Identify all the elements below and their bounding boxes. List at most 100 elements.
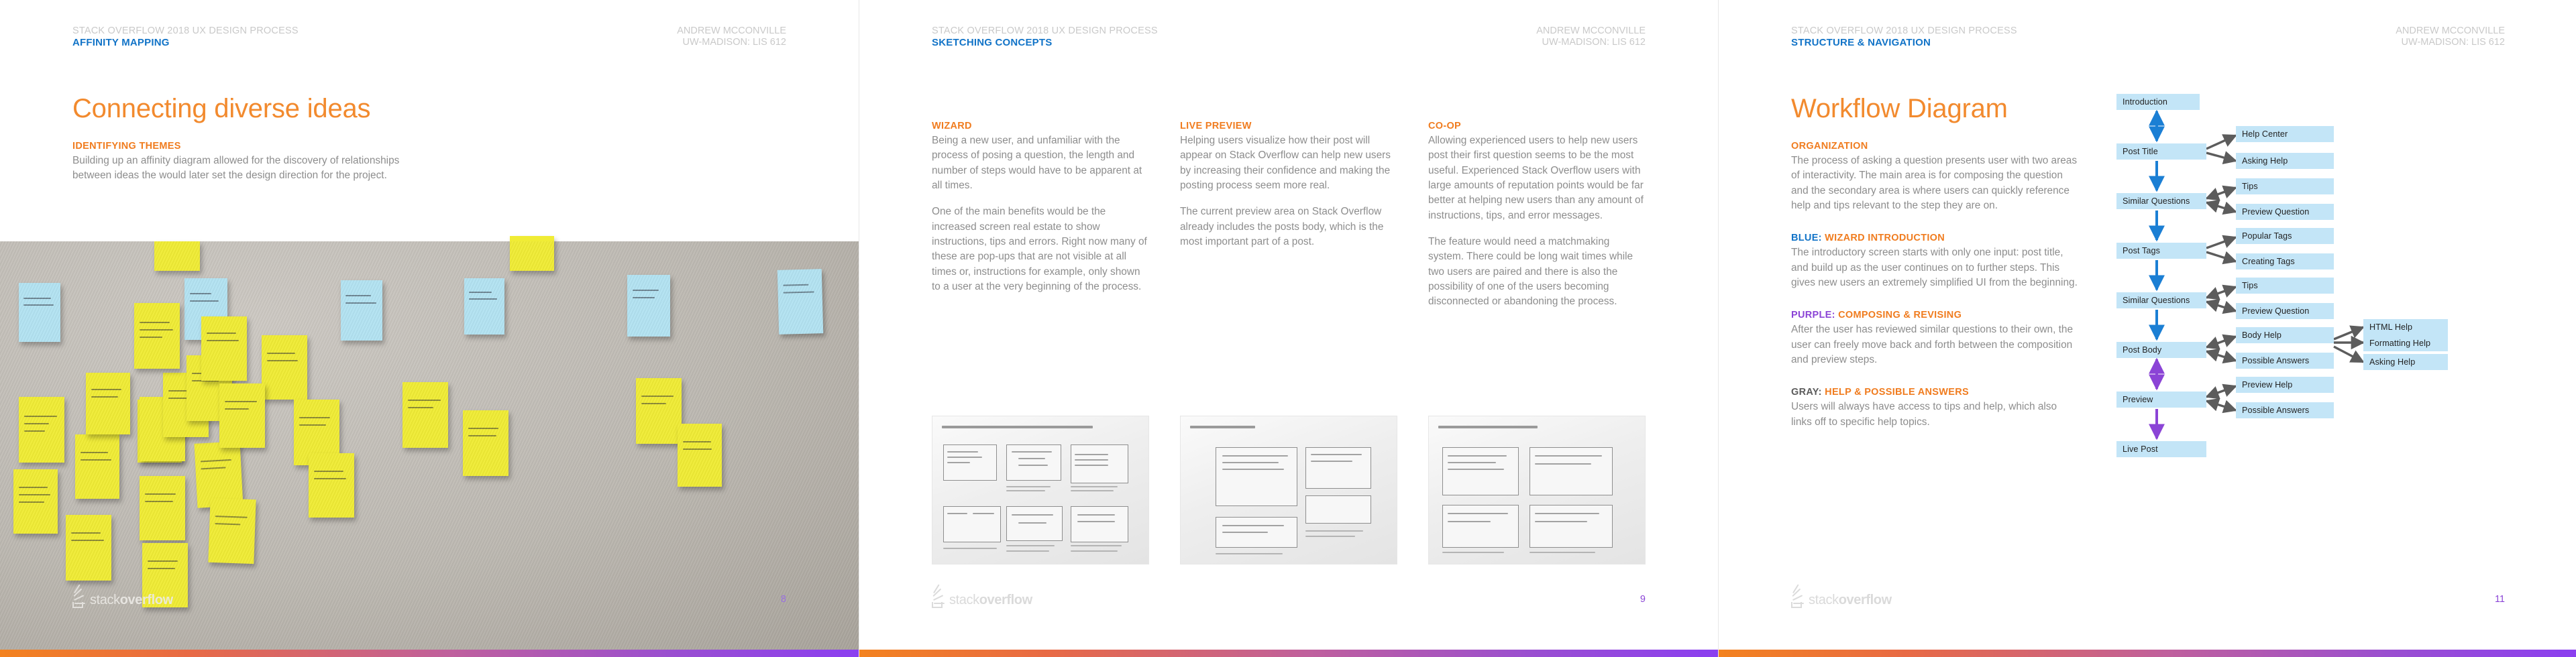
page-number: 8	[780, 594, 786, 605]
diagram-node-popular-tags[interactable]: Popular Tags	[2236, 228, 2334, 244]
stack-overflow-icon	[1791, 584, 1805, 608]
header-left: STACK OVERFLOW 2018 UX DESIGN PROCESS ST…	[1791, 25, 2017, 49]
section-label-prefix: PURPLE:	[1791, 310, 1835, 321]
page-number: 9	[1640, 594, 1646, 605]
concept-label: LIVE PREVIEW	[1180, 121, 1252, 131]
diagram-node-html-help[interactable]: HTML Help	[2363, 319, 2448, 335]
sticky-note-yellow	[636, 378, 682, 444]
concept-paragraph: One of the main benefits would be the in…	[932, 206, 1147, 292]
concept-column-co-op: CO-OP Allowing experienced users to help…	[1428, 121, 1646, 321]
diagram-node-preview-question-2[interactable]: Preview Question	[2236, 303, 2334, 319]
sticky-note-yellow	[219, 383, 265, 448]
concept-label: WIZARD	[932, 121, 972, 131]
sticky-note-yellow	[138, 400, 182, 463]
sticky-note-yellow	[201, 316, 247, 381]
workflow-diagram: Introduction Post Title Help Center Aski…	[2111, 94, 2540, 590]
stack-overflow-logo: stackoverflow	[72, 584, 173, 608]
sticky-note-yellow	[13, 469, 58, 534]
logo-text-light: stack	[1809, 592, 1839, 607]
section-body-help-possible-answers: Users will always have access to tips an…	[1791, 401, 2057, 428]
diagram-node-formatting-help[interactable]: Formatting Help	[2363, 335, 2448, 351]
diagram-node-similar-questions-2[interactable]: Similar Questions	[2116, 292, 2206, 308]
slide1-text-block: Connecting diverse ideas IDENTIFYING THE…	[72, 94, 421, 195]
slide-sketching-concepts: STACK OVERFLOW 2018 UX DESIGN PROCESS SK…	[859, 0, 1718, 657]
deck-kicker: STACK OVERFLOW 2018 UX DESIGN PROCESS	[72, 25, 299, 36]
sticky-note-yellow	[208, 497, 256, 564]
diagram-node-body-help[interactable]: Body Help	[2236, 327, 2334, 343]
sticky-note-yellow	[19, 397, 64, 463]
header-left: STACK OVERFLOW 2018 UX DESIGN PROCESS AF…	[72, 25, 299, 49]
diagram-node-preview-question-1[interactable]: Preview Question	[2236, 204, 2334, 220]
slide-section-name: STRUCTURE & NAVIGATION	[1791, 37, 1931, 49]
sticky-note-yellow	[510, 236, 554, 271]
logo-text-bold: overflow	[979, 592, 1032, 607]
sketch-image-co-op	[1428, 416, 1646, 564]
diagram-node-post-tags[interactable]: Post Tags	[2116, 243, 2206, 259]
author-course: UW-MADISON: LIS 612	[1542, 37, 1646, 48]
slide-affinity-mapping: STACK OVERFLOW 2018 UX DESIGN PROCESS AF…	[0, 0, 859, 657]
diagram-node-post-title[interactable]: Post Title	[2116, 143, 2206, 160]
sticky-note-yellow	[463, 410, 508, 476]
slide-section-name: SKETCHING CONCEPTS	[932, 37, 1053, 49]
slide-section-name: AFFINITY MAPPING	[72, 37, 170, 49]
deck-kicker: STACK OVERFLOW 2018 UX DESIGN PROCESS	[1791, 25, 2017, 36]
deck-kicker: STACK OVERFLOW 2018 UX DESIGN PROCESS	[932, 25, 1158, 36]
concept-column-wizard: WIZARD Being a new user, and unfamiliar …	[932, 121, 1149, 321]
concept-paragraph: Allowing experienced users to help new u…	[1428, 135, 1644, 221]
concept-column-live-preview: LIVE PREVIEW Helping users visualize how…	[1180, 121, 1397, 321]
page-number: 11	[2494, 594, 2505, 605]
sticky-note-yellow	[262, 335, 307, 400]
diagram-node-post-body[interactable]: Post Body	[2116, 342, 2206, 358]
section-label-composing-revising: PURPLE: COMPOSING & REVISING	[1791, 310, 2080, 320]
section-label: IDENTIFYING THEMES	[72, 141, 181, 152]
sticky-note-yellow	[678, 424, 722, 487]
author-course: UW-MADISON: LIS 612	[2401, 37, 2505, 48]
slide3-text-block: Workflow Diagram ORGANIZATION The proces…	[1791, 94, 2080, 441]
sticky-note-yellow	[294, 400, 339, 465]
concept-paragraph: The feature would need a matchmaking sys…	[1428, 235, 1633, 308]
header-right: ANDREW MCCONVILLE UW-MADISON: LIS 612	[2396, 25, 2505, 48]
section-body: Building up an affinity diagram allowed …	[72, 155, 400, 182]
page-title: Connecting diverse ideas	[72, 94, 371, 123]
slide-structure-navigation: STACK OVERFLOW 2018 UX DESIGN PROCESS ST…	[1718, 0, 2576, 657]
diagram-node-asking-help-2[interactable]: Asking Help	[2363, 354, 2448, 370]
bottom-gradient-bar	[0, 650, 859, 657]
bottom-gradient-bar	[859, 650, 1718, 657]
sticky-note-blue	[777, 269, 824, 335]
concept-paragraph: Being a new user, and unfamiliar with th…	[932, 135, 1142, 191]
diagram-node-preview-help[interactable]: Preview Help	[2236, 377, 2334, 393]
section-body-composing-revising: After the user has reviewed similar ques…	[1791, 324, 2074, 365]
diagram-node-possible-answers-2[interactable]: Possible Answers	[2236, 402, 2334, 418]
diagram-node-tips-1[interactable]: Tips	[2236, 178, 2334, 194]
sticky-note-yellow	[309, 453, 354, 518]
sticky-note-yellow	[163, 373, 209, 437]
diagram-node-asking-help[interactable]: Asking Help	[2236, 153, 2334, 169]
section-body-wizard-introduction: The introductory screen starts with only…	[1791, 247, 2078, 288]
sticky-note-blue	[627, 275, 670, 337]
section-label-text: WIZARD INTRODUCTION	[1825, 233, 1945, 244]
slide-header: STACK OVERFLOW 2018 UX DESIGN PROCESS SK…	[932, 25, 1646, 49]
section-label-text: ORGANIZATION	[1791, 141, 1868, 152]
bottom-gradient-bar	[1719, 650, 2576, 657]
diagram-node-similar-questions-1[interactable]: Similar Questions	[2116, 193, 2206, 209]
header-right: ANDREW MCCONVILLE UW-MADISON: LIS 612	[1536, 25, 1646, 48]
section-label-prefix: GRAY:	[1791, 387, 1822, 398]
slide-header: STACK OVERFLOW 2018 UX DESIGN PROCESS ST…	[1791, 25, 2505, 49]
diagram-node-help-center[interactable]: Help Center	[2236, 126, 2334, 142]
sketch-image-wizard	[932, 416, 1149, 564]
diagram-node-introduction[interactable]: Introduction	[2116, 94, 2200, 110]
diagram-node-live-post[interactable]: Live Post	[2116, 441, 2206, 457]
diagram-node-preview[interactable]: Preview	[2116, 392, 2206, 408]
section-label-help-possible-answers: GRAY: HELP & POSSIBLE ANSWERS	[1791, 387, 2080, 398]
section-label-text: HELP & POSSIBLE ANSWERS	[1825, 387, 1969, 398]
author-name: ANDREW MCCONVILLE	[677, 25, 786, 36]
page-title: Workflow Diagram	[1791, 94, 2008, 123]
logo-text-light: stack	[949, 592, 979, 607]
stack-overflow-logo: stackoverflow	[932, 584, 1032, 608]
diagram-node-possible-answers-1[interactable]: Possible Answers	[2236, 353, 2334, 369]
sticky-note-yellow	[154, 241, 200, 271]
section-body-organization: The process of asking a question present…	[1791, 155, 2078, 211]
logo-text-bold: overflow	[1838, 592, 1892, 607]
diagram-node-tips-2[interactable]: Tips	[2236, 278, 2334, 294]
diagram-node-creating-tags[interactable]: Creating Tags	[2236, 253, 2334, 270]
